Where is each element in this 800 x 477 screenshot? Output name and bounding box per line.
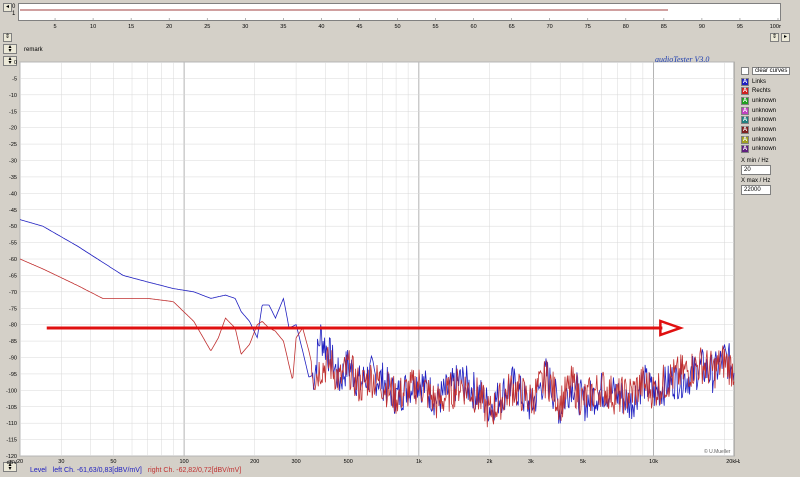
time-strip-tick-label: 50 [394,24,400,29]
y-tick-label: -5 [12,76,17,82]
level-label: Level [30,466,47,474]
legend-item[interactable]: Aunknown [741,126,776,135]
legend-color-swatch[interactable]: A [741,77,749,86]
legend-item[interactable]: Aunknown [741,116,776,125]
time-strip-tick-label: 90 [699,24,705,29]
time-strip-tick-label: 60 [471,24,477,29]
y-tick-label: -30 [9,159,17,165]
time-strip-label-0: 0 [12,4,16,10]
y-tick-label: -60 [9,257,17,263]
y-tick-label: -80 [9,323,17,329]
time-strip-tick-label: 40 [318,24,324,29]
legend-item-label: Rechts [752,88,771,95]
right-channel-readout: right Ch. -62,82/0,72[dBV/mV] [147,466,242,474]
y-tick-label: -100 [6,388,17,394]
y-tick-label: -10 [9,93,17,99]
y-tick-label: -75 [9,306,17,312]
y-tick-label: -20 [9,126,17,132]
xmin-label: X min / Hz [741,158,769,164]
time-strip-tick-label: 55 [432,24,438,29]
time-strip-tick-label: 5 [54,24,57,29]
clear-curves-label: clear curves [752,66,791,75]
y-tick-label: -40 [9,191,17,197]
brand-label: audioTester V3.0 [655,55,710,64]
legend-item-label: unknown [752,136,777,143]
y-tick-label: -15 [9,109,17,115]
time-strip-tick-label: 70 [547,24,553,29]
time-strip-tick-label: 100ms [770,24,781,29]
time-strip-left-arrow[interactable]: ◂ [3,3,12,12]
legend-color-swatch[interactable]: A [741,96,749,105]
y-max-spin[interactable]: ▴ ▾ [3,44,17,54]
legend-item-label: unknown [752,107,777,114]
time-strip-spin-left[interactable]: ⇕ [3,33,12,42]
y-tick-label: -25 [9,142,17,148]
xmin-input[interactable]: 20 [741,165,771,175]
legend-item[interactable]: Aunknown [741,135,776,144]
legend-item[interactable]: Aunknown [741,145,776,154]
y-tick-label: 0 [14,60,17,66]
legend-item-label: Links [752,78,767,85]
time-strip-tick-label: 30 [242,24,248,29]
legend-color-swatch[interactable]: A [741,87,749,96]
y-tick-label: -50 [9,224,17,230]
time-strip-tick-label: 10 [90,24,96,29]
y-tick-label: -55 [9,241,17,247]
time-strip-tick-label: 65 [509,24,515,29]
time-strip-tick-label: 45 [356,24,362,29]
legend-color-swatch[interactable]: A [741,106,749,115]
frequency-response-plot[interactable]: 0 -5 -10 -15 -20 -25 -30 -35 -40 -45 -50 -55 -60 -65 -… [0,56,740,468]
y-tick-label: -45 [9,208,17,214]
time-strip-tick-label: 35 [280,24,286,29]
status-bar: Level left Ch. -61,63/0,83[dBV/mV] right… [0,463,800,477]
legend-color-swatch[interactable]: A [741,135,749,144]
clear-curves-row[interactable]: clear curves [741,66,791,75]
y-tick-label: -70 [9,290,17,296]
time-strip-tick-label: 95 [737,24,743,29]
time-strip-tick-label: 85 [661,24,667,29]
time-strip-tick-label: 20 [166,24,172,29]
y-tick-label: -95 [9,372,17,378]
legend-item[interactable]: A Links [741,77,766,86]
time-strip-spin-right[interactable]: ⇕ [770,33,779,42]
clear-curves-checkbox[interactable] [741,66,749,75]
remark-label: remark [24,47,43,53]
time-strip-tick-label: 80 [623,24,629,29]
time-strip-tick-label: 75 [585,24,591,29]
legend-color-swatch[interactable]: A [741,145,749,154]
y-tick-label: -105 [6,405,17,411]
copyright-label: © U.Mueller [704,449,731,455]
time-strip-ticks: 5 10 15 20 25 30 35 40 45 50 55 60 65 70 75 80 85 90 95 100… [20,9,781,29]
time-strip-tick-label: 25 [204,24,210,29]
legend-item[interactable]: Aunknown [741,96,776,105]
legend-item[interactable]: Aunknown [741,106,776,115]
y-tick-label: -90 [9,356,17,362]
y-tick-label: -35 [9,175,17,181]
time-strip-tick-label: 15 [128,24,134,29]
xmax-input[interactable]: 22000 [741,185,771,195]
legend-item-label: unknown [752,146,777,153]
y-tick-label: -110 [6,421,17,427]
xmax-label: X max / Hz [741,178,771,184]
legend-color-swatch[interactable]: A [741,116,749,125]
legend-color-swatch[interactable]: A [741,126,749,134]
y-tick-label: -85 [9,339,17,345]
y-tick-label: -65 [9,273,17,279]
time-strip-right-arrow[interactable]: ▸ [781,33,790,42]
legend-item-label: unknown [752,97,777,104]
y-tick-label: -115 [6,438,17,444]
legend-item[interactable]: A Rechts [741,87,771,96]
legend-item-label: unknown [752,117,777,124]
legend-item-label: unknown [752,127,777,133]
left-channel-readout: left Ch. -61,63/0,83[dBV/mV] [52,466,142,474]
time-strip-label-1: 1 [12,11,16,17]
